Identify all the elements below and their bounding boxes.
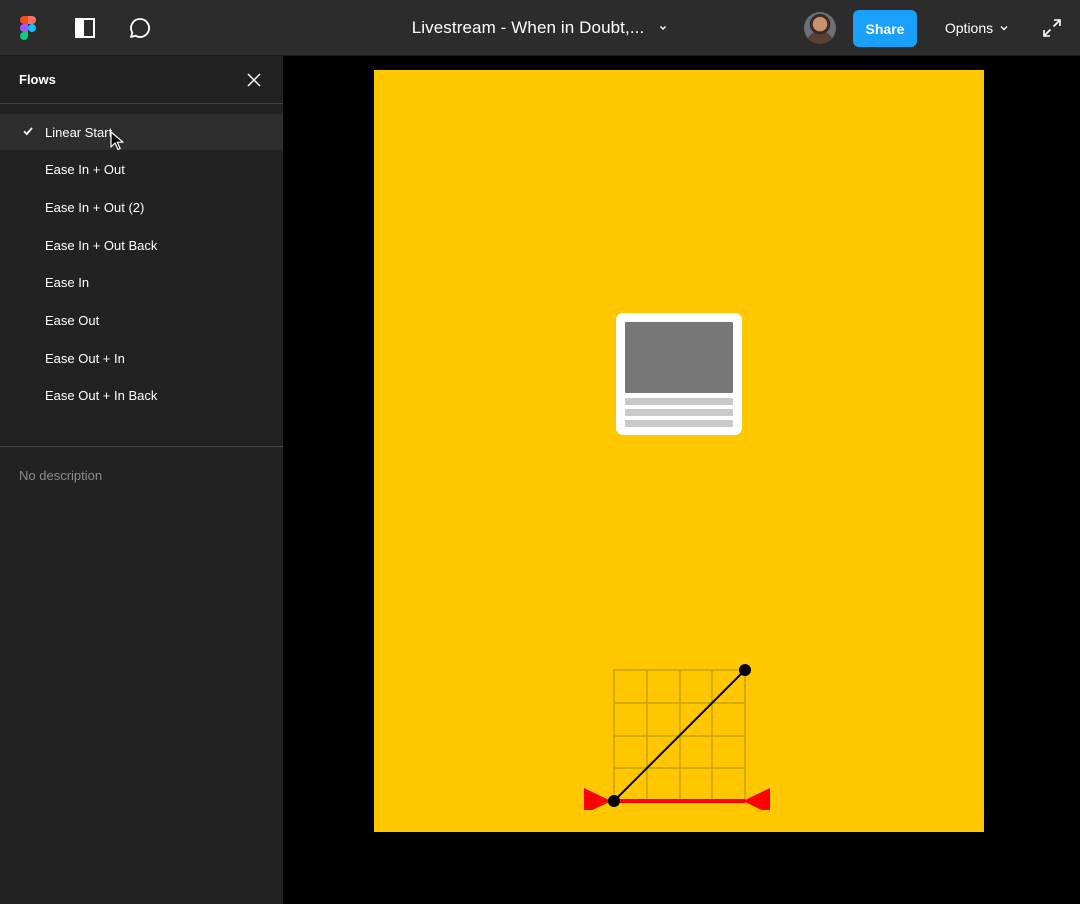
text-line-placeholder <box>625 420 733 427</box>
flow-description: No description <box>19 468 103 483</box>
sidebar-title: Flows <box>19 72 56 87</box>
expand-icon[interactable] <box>1038 14 1066 42</box>
flow-item-label: Ease Out <box>45 312 100 328</box>
flow-item-label: Ease Out + In <box>45 350 125 366</box>
flow-item[interactable]: Ease In + Out (2) <box>0 189 283 225</box>
chevron-down-icon <box>660 26 667 30</box>
sidebar-panel-icon[interactable] <box>71 14 99 42</box>
flow-item[interactable]: Ease Out + In Back <box>0 378 283 414</box>
figma-logo-icon[interactable] <box>14 14 42 42</box>
flow-item[interactable]: Ease In + Out Back <box>0 227 283 263</box>
flow-item[interactable]: Linear Start <box>0 114 283 150</box>
flow-item[interactable]: Ease In + Out <box>0 152 283 188</box>
flow-item[interactable]: Ease In <box>0 265 283 301</box>
flow-item-label: Ease Out + In Back <box>45 388 158 404</box>
top-toolbar: Livestream - When in Doubt,... Share Opt… <box>0 0 1080 56</box>
flow-item[interactable]: Ease Out <box>0 302 283 338</box>
comment-bubble-icon[interactable] <box>126 14 154 42</box>
prototype-frame[interactable] <box>374 70 984 832</box>
end-handle <box>739 664 751 676</box>
flow-item-label: Ease In + Out Back <box>45 237 158 253</box>
chevron-down-icon <box>1000 26 1008 31</box>
file-title-menu[interactable]: Livestream - When in Doubt,... <box>380 0 700 56</box>
start-handle <box>608 795 620 807</box>
sidebar-header: Flows <box>0 56 283 104</box>
sidebar-divider <box>0 446 283 447</box>
end-marker <box>743 788 770 810</box>
flow-item[interactable]: Ease Out + In <box>0 340 283 376</box>
flow-item-label: Ease In + Out <box>45 162 125 178</box>
flow-list: Linear Start Ease In + Out Ease In + Out… <box>0 114 283 416</box>
options-menu[interactable]: Options <box>936 0 1018 56</box>
text-line-placeholder <box>625 398 733 405</box>
prototype-canvas[interactable] <box>283 56 1080 904</box>
image-placeholder <box>625 322 733 393</box>
close-icon[interactable] <box>244 70 264 90</box>
user-avatar[interactable] <box>804 12 836 44</box>
share-button[interactable]: Share <box>853 10 917 47</box>
start-marker <box>584 788 611 810</box>
options-label: Options <box>944 20 994 36</box>
flows-sidebar: Flows Linear Start Ease In + Out Ease In… <box>0 56 283 904</box>
text-line-placeholder <box>625 409 733 416</box>
flow-item-label: Ease In + Out (2) <box>45 199 145 215</box>
flow-item-label: Ease In <box>45 275 90 291</box>
file-title: Livestream - When in Doubt,... <box>411 18 645 37</box>
checkmark-icon <box>23 127 33 136</box>
flow-item-label: Linear Start <box>45 124 113 140</box>
content-card[interactable] <box>616 313 742 435</box>
easing-curve-graph <box>584 664 770 810</box>
